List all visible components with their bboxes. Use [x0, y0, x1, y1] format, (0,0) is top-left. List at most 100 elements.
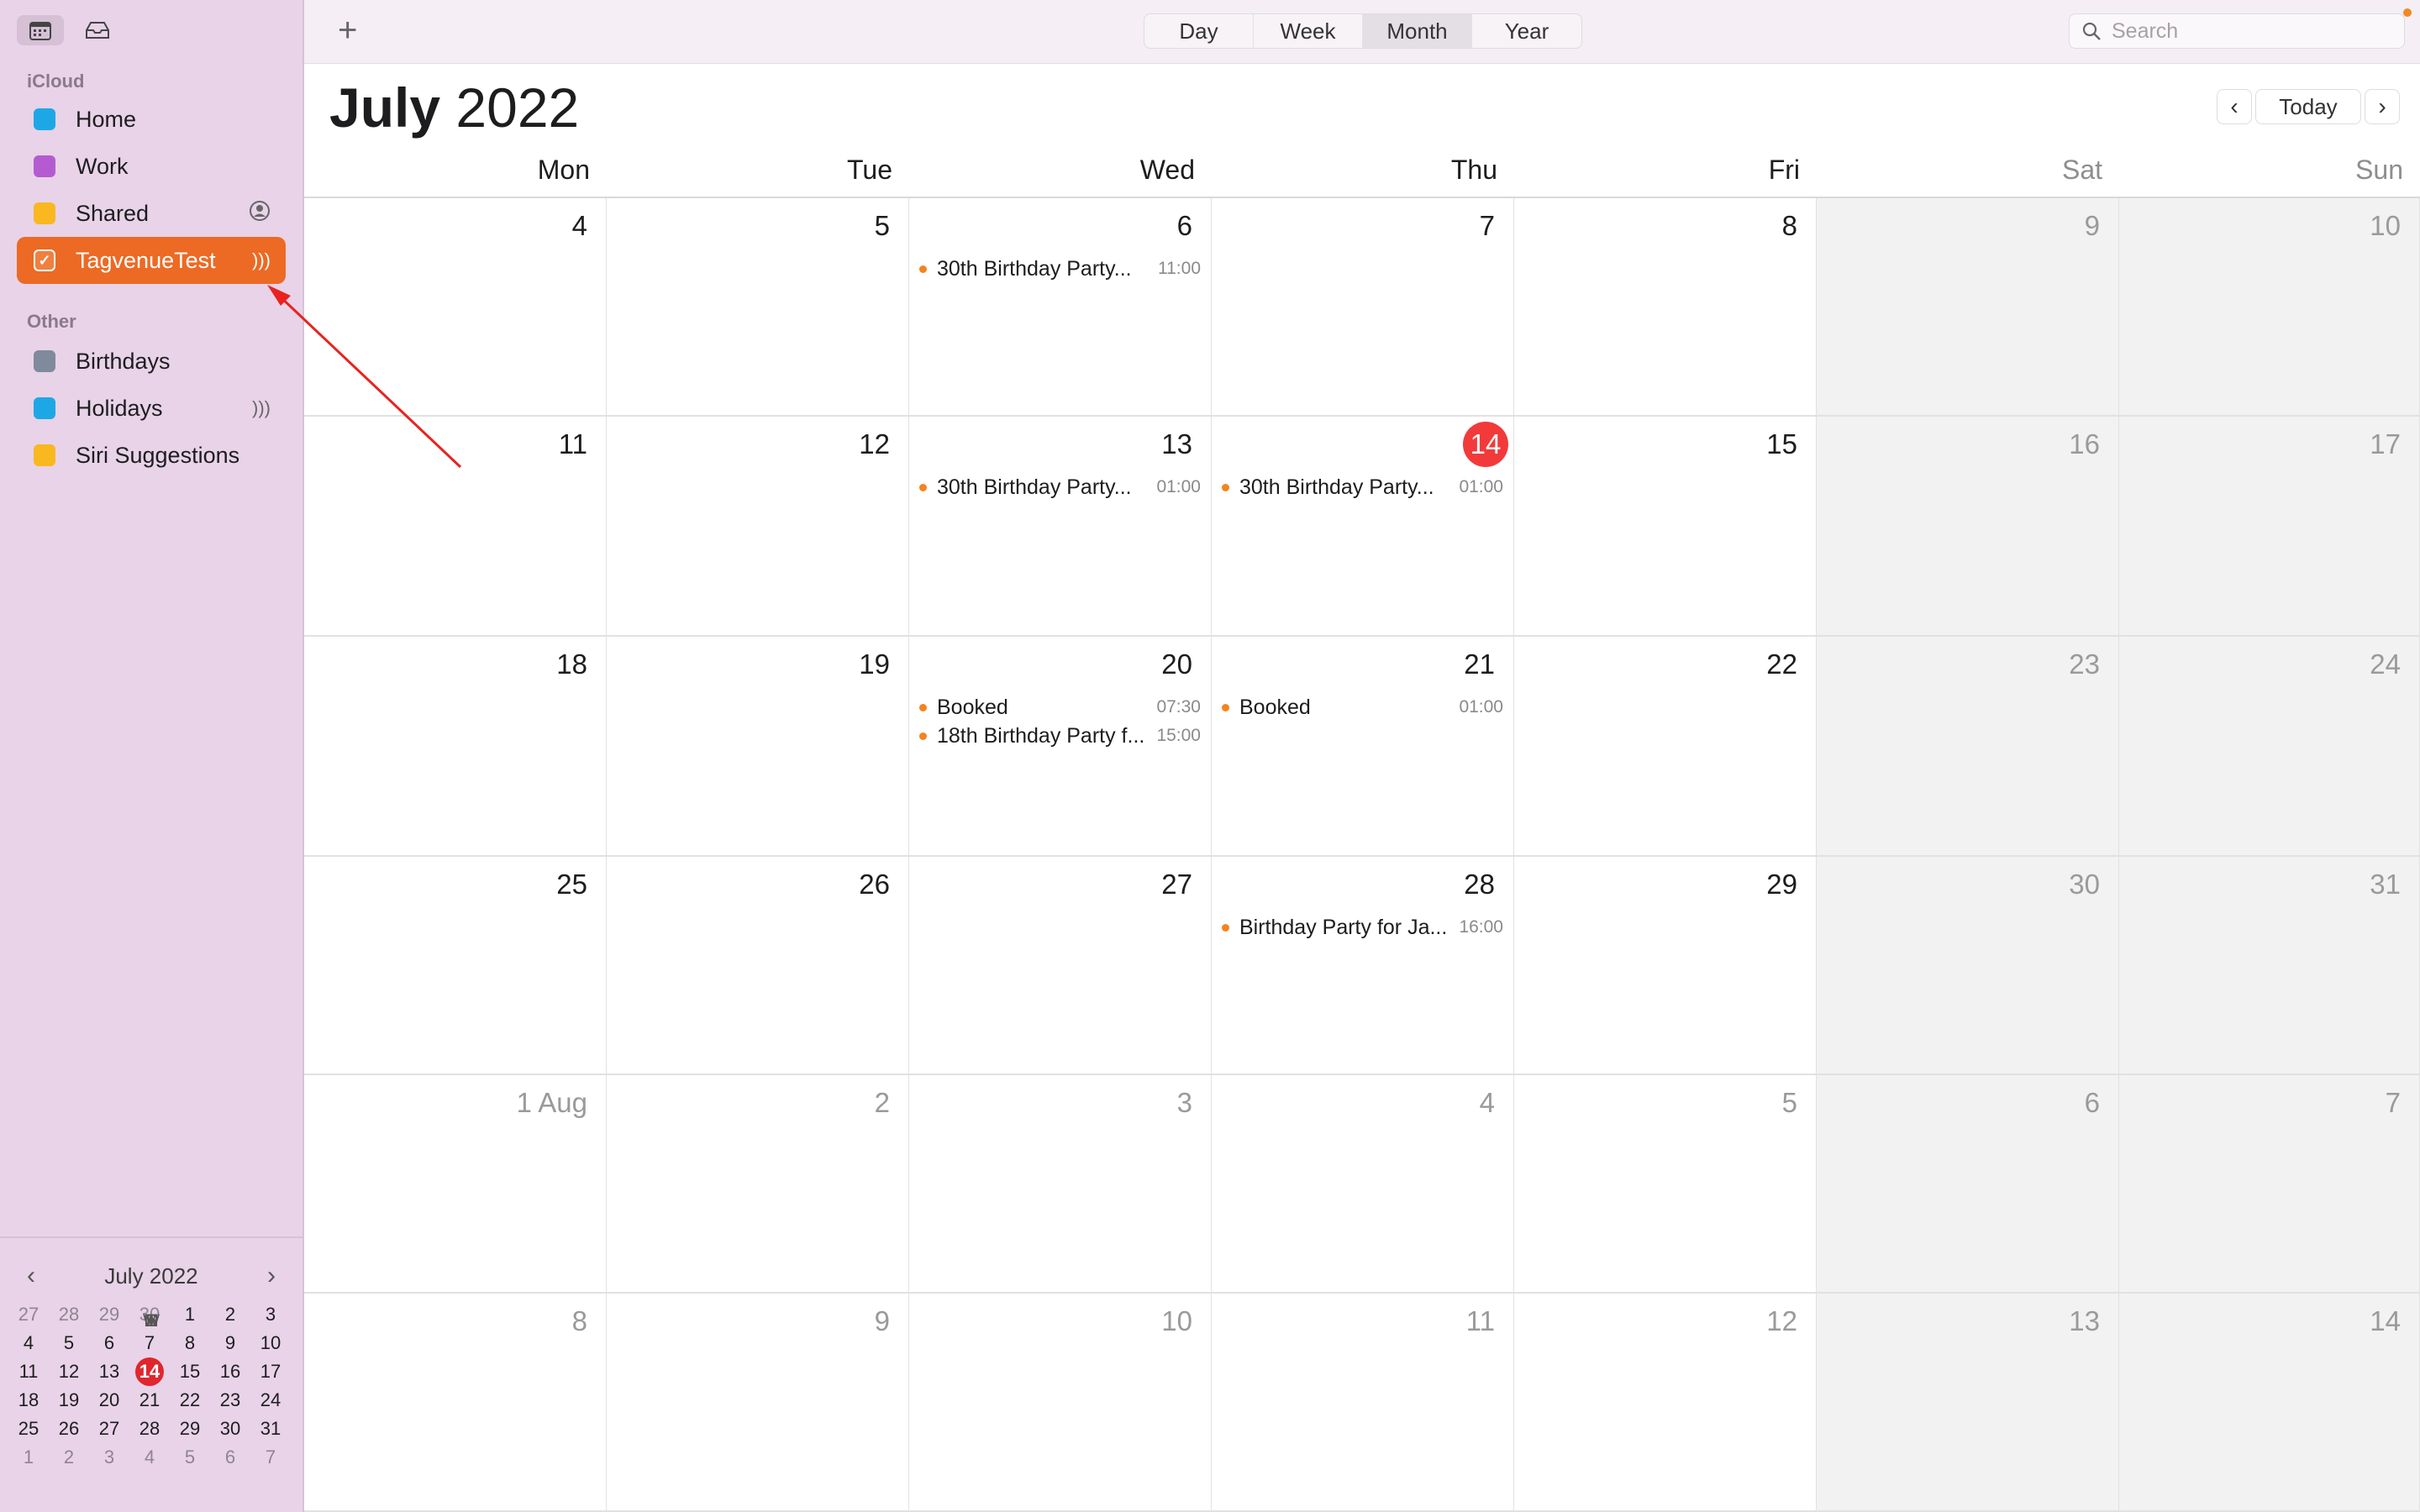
day-cell[interactable]: 24: [2119, 637, 2420, 857]
day-cell[interactable]: 10: [2119, 198, 2420, 417]
mini-calendar-day[interactable]: 14: [129, 1357, 170, 1386]
day-cell[interactable]: 7: [2119, 1075, 2420, 1294]
day-cell[interactable]: 10: [909, 1294, 1212, 1512]
sidebar-item-home[interactable]: Home: [17, 96, 286, 143]
day-cell[interactable]: 11: [1212, 1294, 1514, 1512]
mini-calendar-day[interactable]: 25: [8, 1415, 49, 1443]
day-cell[interactable]: 18: [304, 637, 607, 857]
calendar-list-button[interactable]: [17, 15, 64, 45]
day-cell[interactable]: 26: [607, 857, 909, 1075]
mini-calendar-day[interactable]: 13: [89, 1357, 129, 1386]
day-cell[interactable]: 14 30th Birthday Party... 01:00: [1212, 417, 1514, 637]
day-cell[interactable]: 11: [304, 417, 607, 637]
mini-calendar-day[interactable]: 1: [8, 1443, 49, 1472]
day-cell[interactable]: 4: [1212, 1075, 1514, 1294]
day-cell[interactable]: 5: [607, 198, 909, 417]
mini-calendar-day[interactable]: 3: [89, 1443, 129, 1472]
day-cell[interactable]: 31: [2119, 857, 2420, 1075]
day-cell[interactable]: 8: [1514, 198, 1817, 417]
mini-calendar-day[interactable]: 24: [250, 1386, 291, 1415]
day-cell[interactable]: 25: [304, 857, 607, 1075]
day-cell[interactable]: 12: [1514, 1294, 1817, 1512]
mini-calendar-day[interactable]: 29: [170, 1415, 210, 1443]
prev-month-button[interactable]: ‹: [2217, 89, 2252, 124]
mini-calendar-day[interactable]: 17: [250, 1357, 291, 1386]
day-cell[interactable]: 1 Aug: [304, 1075, 607, 1294]
calendar-color-checkbox[interactable]: [34, 350, 55, 372]
day-cell[interactable]: 4: [304, 198, 607, 417]
event-item[interactable]: Booked 07:30: [918, 694, 1201, 721]
view-tab-week[interactable]: Week: [1254, 14, 1363, 48]
mini-calendar-day[interactable]: 7: [250, 1443, 291, 1472]
day-cell[interactable]: 19: [607, 637, 909, 857]
next-month-button[interactable]: ›: [2365, 89, 2400, 124]
day-cell[interactable]: 15: [1514, 417, 1817, 637]
today-button[interactable]: Today: [2255, 89, 2361, 124]
day-cell[interactable]: 29: [1514, 857, 1817, 1075]
event-item[interactable]: 30th Birthday Party... 01:00: [1220, 474, 1503, 501]
sidebar-item-birthdays[interactable]: Birthdays: [17, 338, 286, 385]
event-item[interactable]: Birthday Party for Ja... 16:00: [1220, 914, 1503, 941]
mini-calendar-day[interactable]: 2: [49, 1443, 89, 1472]
day-cell[interactable]: 27: [909, 857, 1212, 1075]
mini-calendar-day[interactable]: 16: [210, 1357, 250, 1386]
add-event-button[interactable]: +: [338, 12, 357, 49]
mini-calendar-day[interactable]: 20: [89, 1386, 129, 1415]
day-cell[interactable]: 8: [304, 1294, 607, 1512]
mini-calendar-day[interactable]: 6: [210, 1443, 250, 1472]
calendar-color-checkbox[interactable]: [34, 155, 55, 177]
day-cell[interactable]: 17: [2119, 417, 2420, 637]
view-tab-day[interactable]: Day: [1144, 14, 1254, 48]
view-tab-month[interactable]: Month: [1363, 14, 1472, 48]
view-tab-year[interactable]: Year: [1472, 14, 1581, 48]
sidebar-item-holidays[interactable]: Holidays))): [17, 385, 286, 432]
day-cell[interactable]: 9: [1817, 198, 2119, 417]
inbox-button[interactable]: [74, 15, 121, 45]
calendar-color-checkbox[interactable]: [34, 444, 55, 466]
mini-calendar-day[interactable]: 27: [89, 1415, 129, 1443]
mini-next-month-button[interactable]: ›: [259, 1262, 284, 1290]
calendar-color-checkbox[interactable]: [34, 108, 55, 130]
mini-calendar-day[interactable]: 15: [170, 1357, 210, 1386]
day-cell[interactable]: 22: [1514, 637, 1817, 857]
calendar-color-checkbox[interactable]: [34, 397, 55, 419]
mini-calendar-day[interactable]: 21: [129, 1386, 170, 1415]
sidebar-item-shared[interactable]: Shared: [17, 190, 286, 237]
sidebar-item-tagvenuetest[interactable]: ✓ TagvenueTest))): [17, 237, 286, 284]
event-item[interactable]: 30th Birthday Party... 11:00: [918, 255, 1201, 282]
mini-calendar-day[interactable]: 12: [49, 1357, 89, 1386]
mini-calendar-day[interactable]: 22: [170, 1386, 210, 1415]
mini-calendar-day[interactable]: 30: [210, 1415, 250, 1443]
day-cell[interactable]: 7: [1212, 198, 1514, 417]
day-cell[interactable]: 21 Booked 01:00: [1212, 637, 1514, 857]
sidebar-item-siri-suggestions[interactable]: Siri Suggestions: [17, 432, 286, 479]
day-cell[interactable]: 20 Booked 07:30 18th Birthday Party f... 15:…: [909, 637, 1212, 857]
mini-calendar-day[interactable]: 18: [8, 1386, 49, 1415]
day-cell[interactable]: 6 30th Birthday Party... 11:00: [909, 198, 1212, 417]
mini-calendar-day[interactable]: 31: [250, 1415, 291, 1443]
mini-calendar-day[interactable]: 23: [210, 1386, 250, 1415]
day-cell[interactable]: 14: [2119, 1294, 2420, 1512]
sidebar-item-work[interactable]: Work: [17, 143, 286, 190]
event-item[interactable]: Booked 01:00: [1220, 694, 1503, 721]
mini-calendar-day[interactable]: 26: [49, 1415, 89, 1443]
day-cell[interactable]: 13 30th Birthday Party... 01:00: [909, 417, 1212, 637]
day-cell[interactable]: 16: [1817, 417, 2119, 637]
mini-prev-month-button[interactable]: ‹: [18, 1262, 44, 1290]
day-cell[interactable]: 30: [1817, 857, 2119, 1075]
day-cell[interactable]: 3: [909, 1075, 1212, 1294]
calendar-color-checkbox[interactable]: ✓: [34, 249, 55, 271]
day-cell[interactable]: 23: [1817, 637, 2119, 857]
day-cell[interactable]: 13: [1817, 1294, 2119, 1512]
event-item[interactable]: 18th Birthday Party f... 15:00: [918, 722, 1201, 749]
mini-calendar-day[interactable]: 11: [8, 1357, 49, 1386]
search-field[interactable]: Search: [2069, 13, 2405, 49]
event-item[interactable]: 30th Birthday Party... 01:00: [918, 474, 1201, 501]
mini-calendar-day[interactable]: 28: [129, 1415, 170, 1443]
day-cell[interactable]: 5: [1514, 1075, 1817, 1294]
mini-calendar-day[interactable]: 4: [129, 1443, 170, 1472]
mini-calendar-day[interactable]: 5: [170, 1443, 210, 1472]
day-cell[interactable]: 12: [607, 417, 909, 637]
calendar-color-checkbox[interactable]: [34, 202, 55, 224]
day-cell[interactable]: 2: [607, 1075, 909, 1294]
